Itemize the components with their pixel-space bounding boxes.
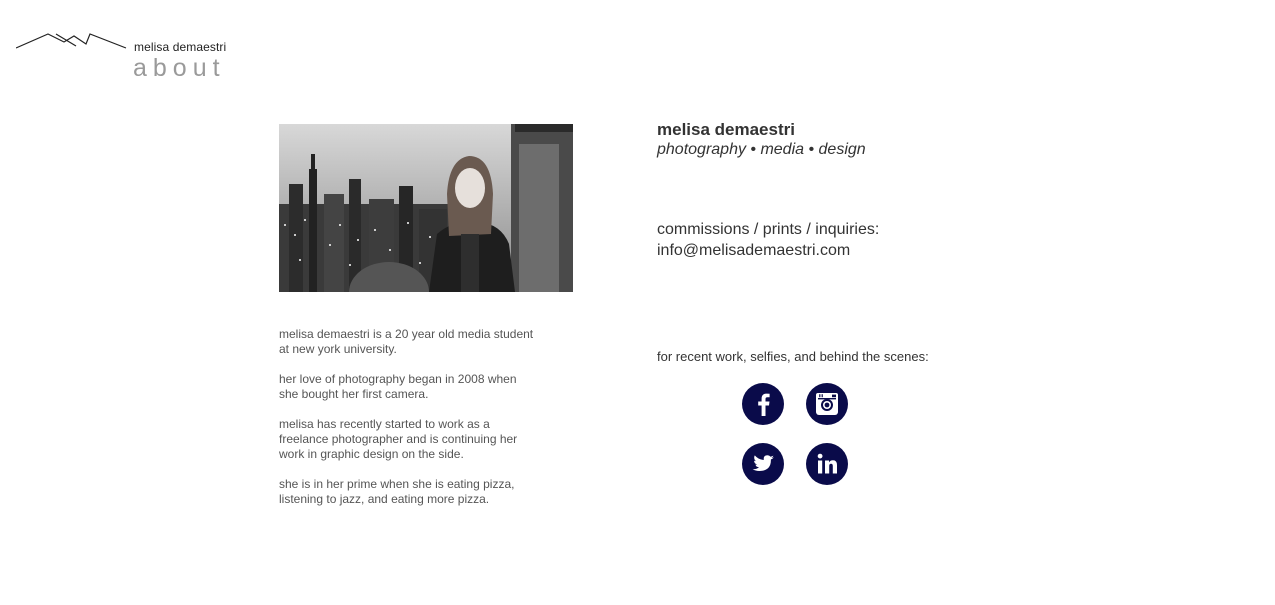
- bio-paragraph: melisa has recently started to work as a…: [279, 417, 518, 461]
- twitter-icon: [752, 455, 774, 471]
- bio-paragraph: her love of photography began in 2008 wh…: [279, 372, 517, 401]
- mountain-logo-icon[interactable]: [15, 30, 128, 55]
- about-page: melisa demaestri about melisa demaestri …: [0, 0, 1275, 605]
- social-label: for recent work, selfies, and behind the…: [657, 349, 929, 364]
- site-name[interactable]: melisa demaestri: [134, 40, 226, 54]
- instagram-button[interactable]: [806, 383, 848, 425]
- portrait-photo: [279, 124, 573, 292]
- page-heading: about: [133, 54, 226, 82]
- bio-text: melisa demaestri is a 20 year old media …: [279, 327, 539, 522]
- contact-email-link[interactable]: info@melisademaestri.com: [657, 242, 850, 260]
- profile-tagline: photography • media • design: [657, 141, 866, 158]
- contact-label: commissions / prints / inquiries:: [657, 221, 880, 238]
- bio-paragraph: melisa demaestri is a 20 year old media …: [279, 327, 534, 356]
- facebook-icon: [758, 393, 770, 416]
- facebook-button[interactable]: [742, 383, 784, 425]
- instagram-icon: [816, 393, 838, 415]
- profile-name: melisa demaestri: [657, 120, 795, 139]
- bio-paragraph: she is in her prime when she is eating p…: [279, 477, 515, 506]
- twitter-button[interactable]: [742, 443, 784, 485]
- linkedin-button[interactable]: [806, 443, 848, 485]
- linkedin-icon: [817, 453, 837, 474]
